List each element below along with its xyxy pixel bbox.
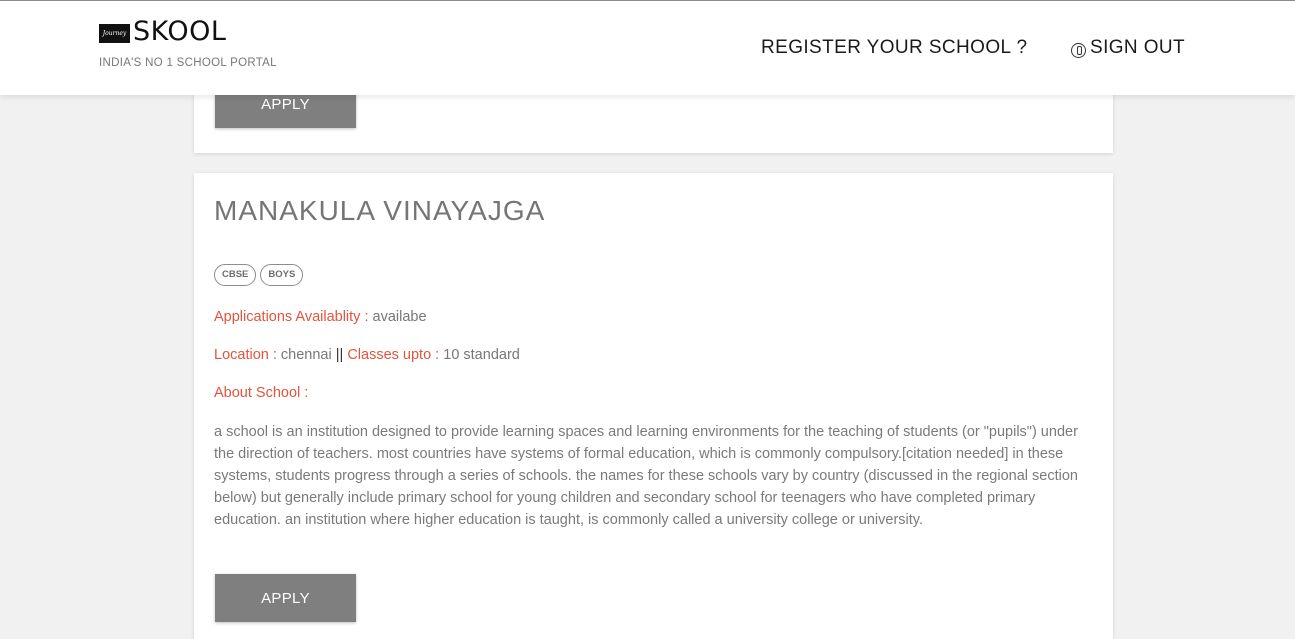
apply-button[interactable]: APPLY [215, 574, 356, 622]
page: APPLY MANAKULA VINAYAJGA CBSE BOYS Appli… [0, 0, 1295, 639]
tag-board: CBSE [214, 264, 257, 286]
availability-label: Applications Availablity : [214, 309, 369, 325]
location-label: Location : [214, 347, 277, 363]
sign-out-label: SIGN OUT [1090, 37, 1186, 58]
tag-list: CBSE BOYS [214, 264, 304, 286]
logo[interactable]: Journey SKOOL [99, 17, 277, 47]
availability-row: Applications Availablity : availabe [214, 309, 427, 325]
top-header: Journey SKOOL INDIA'S NO 1 SCHOOL PORTAL… [0, 0, 1295, 95]
tagline: INDIA'S NO 1 SCHOOL PORTAL [99, 57, 277, 69]
location-value: chennai [280, 347, 332, 363]
sign-out-link[interactable]: SIGN OUT [1071, 37, 1185, 59]
about-text: a school is an institution designed to p… [214, 424, 1078, 528]
logo-text: SKOOL [133, 16, 227, 47]
school-card: MANAKULA VINAYAJGA CBSE BOYS Application… [194, 173, 1113, 639]
school-name: MANAKULA VINAYAJGA [214, 195, 546, 226]
register-school-link[interactable]: REGISTER YOUR SCHOOL ? [761, 37, 1027, 59]
tag-gender: BOYS [260, 264, 304, 286]
separator: || [335, 347, 344, 363]
logo-badge: Journey [99, 23, 130, 43]
classes-label: Classes upto : [347, 347, 440, 363]
location-row: Location : chennai || Classes upto : 10 … [214, 347, 520, 363]
availability-value: availabe [372, 309, 427, 325]
about-label: About School : [214, 385, 309, 401]
about-row: About School : [214, 385, 308, 401]
classes-value: 10 standard [443, 347, 520, 363]
brand[interactable]: Journey SKOOL INDIA'S NO 1 SCHOOL PORTAL [99, 17, 277, 69]
power-icon [1071, 42, 1086, 58]
